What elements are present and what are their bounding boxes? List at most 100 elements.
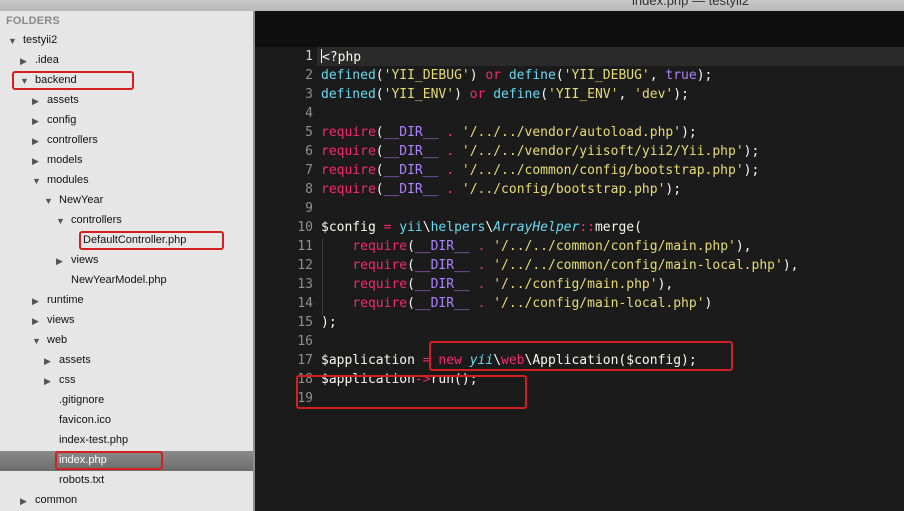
line-number: 10 bbox=[297, 220, 313, 235]
tree-item-label: assets bbox=[47, 94, 79, 106]
disclosure-collapsed-icon[interactable]: ▶ bbox=[32, 155, 42, 167]
code-line[interactable]: defined('YII_ENV') or define('YII_ENV', … bbox=[321, 87, 689, 102]
disclosure-collapsed-icon[interactable]: ▶ bbox=[32, 115, 42, 127]
code-token: ); bbox=[696, 68, 713, 83]
tree-item[interactable]: ▼ backend bbox=[0, 71, 253, 91]
tree-item[interactable]: favicon.ico bbox=[0, 411, 253, 431]
tree-item[interactable]: ▼ modules bbox=[0, 171, 253, 191]
code-token: '/../../common/config/main-local.php' bbox=[493, 258, 783, 273]
line-number-gutter: 1 2 3 4 5 6 7 8 9 10 11 12 13 14 15 16 17 18 19 bbox=[267, 47, 317, 511]
code-token: ( bbox=[375, 68, 384, 83]
tree-item-label: controllers bbox=[47, 134, 98, 146]
disclosure-expanded-icon[interactable]: ▼ bbox=[44, 195, 54, 207]
tree-item[interactable]: ▼ NewYear bbox=[0, 191, 253, 211]
tree-item[interactable]: ▶ views bbox=[0, 311, 253, 331]
tree-item[interactable]: index-test.php bbox=[0, 431, 253, 451]
line-number: 8 bbox=[305, 182, 313, 197]
code-line[interactable]: require(__DIR__ . '/../config/main.php')… bbox=[321, 277, 673, 292]
disclosure-expanded-icon[interactable]: ▼ bbox=[8, 35, 18, 47]
code-token: 'dev' bbox=[634, 87, 674, 102]
code-token: . bbox=[446, 144, 455, 159]
tree-item[interactable]: ▼ testyii2 bbox=[0, 31, 253, 51]
disclosure-collapsed-icon[interactable]: ▶ bbox=[20, 495, 30, 507]
code-token: \ bbox=[422, 220, 431, 235]
tree-item[interactable]: ▶ config bbox=[0, 111, 253, 131]
code-line[interactable]: defined('YII_DEBUG') or define('YII_DEBU… bbox=[321, 68, 712, 83]
code-token: ), bbox=[657, 277, 674, 292]
disclosure-collapsed-icon[interactable]: ▶ bbox=[44, 375, 54, 387]
tree-item[interactable]: ▶ models bbox=[0, 151, 253, 171]
tree-item[interactable]: ▶ runtime bbox=[0, 291, 253, 311]
tree-item[interactable]: ▶ .idea bbox=[0, 51, 253, 71]
tree-item[interactable]: robots.txt bbox=[0, 471, 253, 491]
code-line[interactable]: require(__DIR__ . '/../../common/config/… bbox=[321, 163, 759, 178]
tree-item-label: NewYearModel.php bbox=[71, 274, 167, 286]
code-token: ( bbox=[375, 87, 384, 102]
code-token: ( bbox=[375, 163, 384, 178]
code-token: '/../../vendor/autoload.php' bbox=[461, 125, 682, 140]
code-token: '/../config/main.php' bbox=[493, 277, 658, 292]
code-editor[interactable]: 1 2 3 4 5 6 7 8 9 10 11 12 13 14 15 16 17 18 19 <?php defin… bbox=[255, 11, 904, 511]
line-number: 13 bbox=[297, 277, 313, 292]
tree-item[interactable]: ▼ controllers bbox=[0, 211, 253, 231]
code-line[interactable]: $config = yii\helpers\ArrayHelper::merge… bbox=[321, 220, 642, 235]
tree-item[interactable]: ▶ controllers bbox=[0, 131, 253, 151]
line-number: 15 bbox=[297, 315, 313, 330]
window-title: index.php — testyii2 bbox=[632, 0, 750, 8]
code-line[interactable]: ); bbox=[321, 315, 337, 330]
red-annotation-box bbox=[296, 375, 527, 409]
disclosure-collapsed-icon[interactable]: ▶ bbox=[44, 355, 54, 367]
disclosure-collapsed-icon[interactable]: ▶ bbox=[32, 95, 42, 107]
disclosure-collapsed-icon[interactable]: ▶ bbox=[56, 255, 66, 267]
tree-item[interactable]: ▶ views bbox=[0, 251, 253, 271]
tree-item[interactable]: ▶ css bbox=[0, 371, 253, 391]
current-line-highlight bbox=[267, 47, 904, 66]
code-line[interactable]: require(__DIR__ . '/../config/main-local… bbox=[321, 296, 712, 311]
code-line[interactable]: require(__DIR__ . '/../../vendor/yiisoft… bbox=[321, 144, 759, 159]
code-token: , bbox=[618, 87, 635, 102]
tree-item[interactable]: .gitignore bbox=[0, 391, 253, 411]
code-line[interactable]: require(__DIR__ . '/../config/bootstrap.… bbox=[321, 182, 681, 197]
tree-item[interactable]: index.php bbox=[0, 451, 253, 471]
tree-item[interactable]: DefaultController.php bbox=[0, 231, 253, 251]
code-token: __DIR__ bbox=[383, 163, 439, 178]
disclosure-expanded-icon[interactable]: ▼ bbox=[56, 215, 66, 227]
code-token: defined bbox=[321, 87, 376, 102]
code-token: require bbox=[352, 277, 408, 292]
disclosure-collapsed-icon[interactable]: ▶ bbox=[32, 295, 42, 307]
code-line[interactable]: require(__DIR__ . '/../../vendor/autoloa… bbox=[321, 125, 697, 140]
code-token: define bbox=[493, 87, 541, 102]
code-token: __DIR__ bbox=[414, 239, 470, 254]
tree-item-label: testyii2 bbox=[23, 34, 58, 46]
disclosure-collapsed-icon[interactable]: ▶ bbox=[32, 135, 42, 147]
code-token: ( bbox=[407, 258, 415, 273]
tree-item-label: assets bbox=[59, 354, 91, 366]
tree-item[interactable]: ▶ common bbox=[0, 491, 253, 511]
code-token: ( bbox=[407, 239, 415, 254]
code-line[interactable]: require(__DIR__ . '/../../common/config/… bbox=[321, 258, 798, 273]
code-line[interactable]: require(__DIR__ . '/../../common/config/… bbox=[321, 239, 751, 254]
tree-item-label: common bbox=[35, 494, 78, 506]
code-token: :: bbox=[579, 220, 595, 235]
code-token: 'YII_ENV' bbox=[383, 87, 455, 102]
sidebar-folders[interactable]: FOLDERS ▼ testyii2 ▶ .idea ▼ backend ▶ assets ▶ c… bbox=[0, 11, 253, 511]
tree-item-label: views bbox=[47, 314, 75, 326]
tree-item[interactable]: NewYearModel.php bbox=[0, 271, 253, 291]
tree-item[interactable]: ▶ assets bbox=[0, 351, 253, 371]
disclosure-expanded-icon[interactable]: ▼ bbox=[32, 175, 42, 187]
disclosure-expanded-icon[interactable]: ▼ bbox=[32, 335, 42, 347]
disclosure-collapsed-icon[interactable]: ▶ bbox=[32, 315, 42, 327]
tree-item-label: controllers bbox=[71, 214, 122, 226]
indent-guide bbox=[322, 239, 323, 315]
tree-item-label: models bbox=[47, 154, 83, 166]
tree-item[interactable]: ▶ assets bbox=[0, 91, 253, 111]
disclosure-collapsed-icon[interactable]: ▶ bbox=[20, 55, 30, 67]
code-line[interactable]: <?php bbox=[321, 49, 361, 65]
tree-item[interactable]: ▼ web bbox=[0, 331, 253, 351]
